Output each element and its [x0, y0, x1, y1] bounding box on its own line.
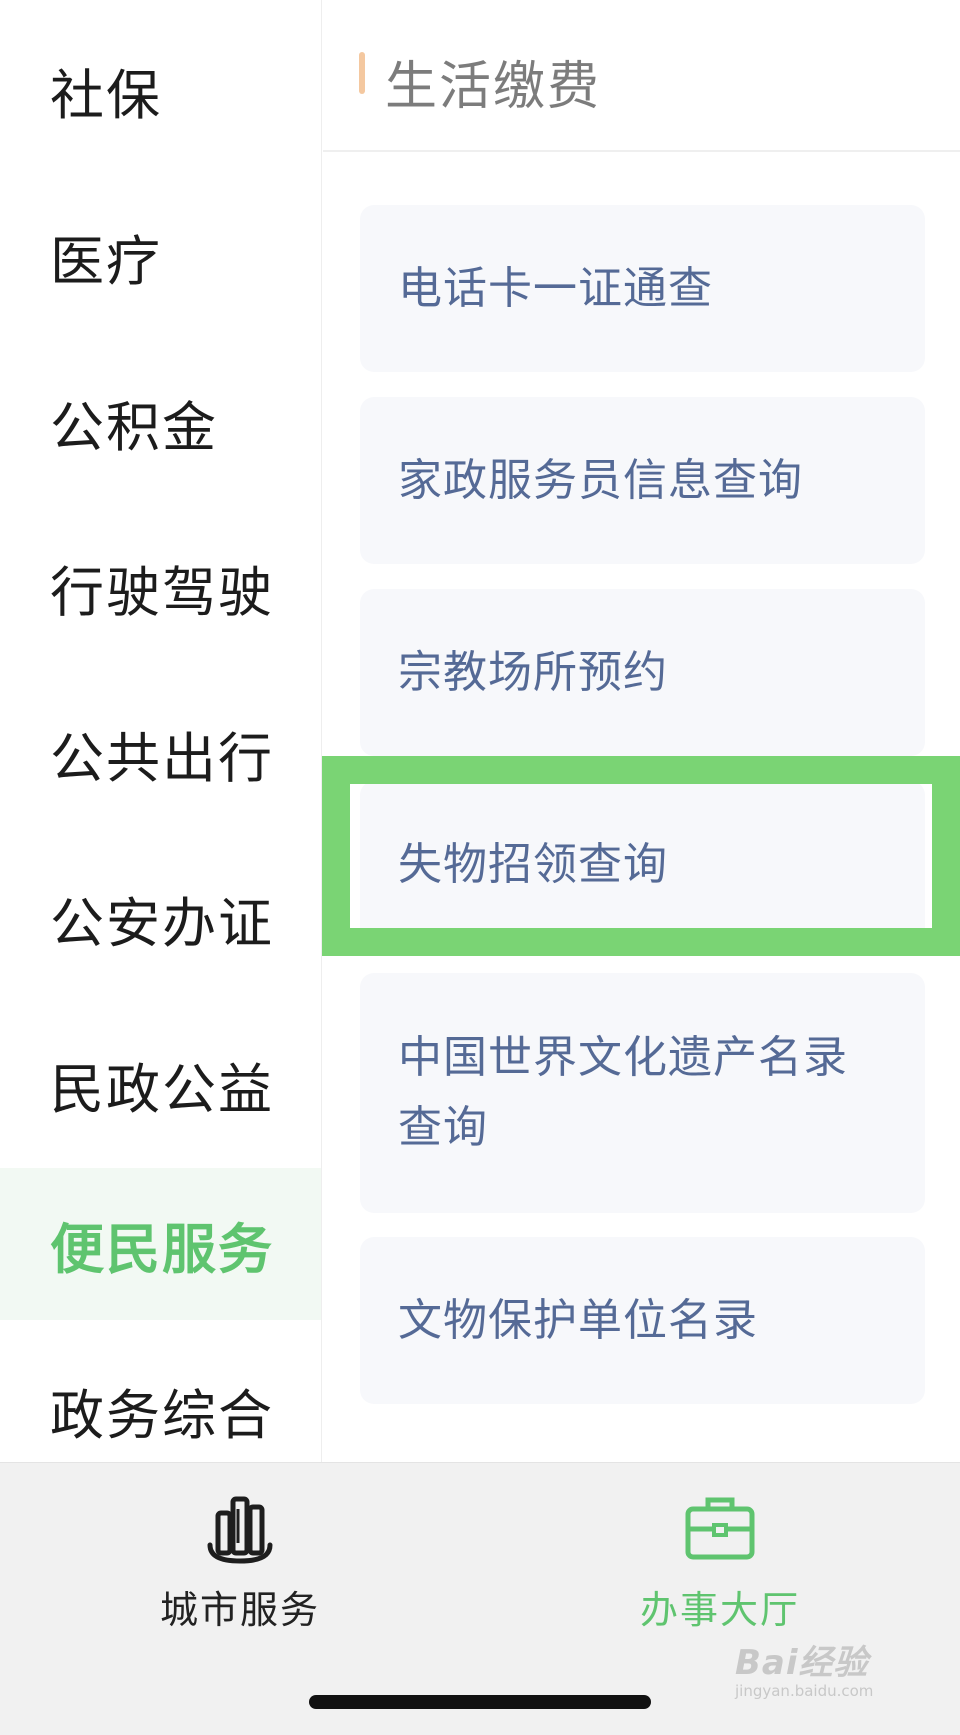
watermark-main-text: Bai经验	[735, 1643, 869, 1683]
section-title: 生活缴费	[385, 57, 602, 117]
sidebar-item-civil-affairs[interactable]: 民政公益	[0, 1008, 321, 1160]
city-buildings-icon	[202, 1493, 278, 1569]
watermark-sub-text: jingyan.baidu.com	[735, 1682, 874, 1700]
sidebar-item-police-certificates[interactable]: 公安办证	[0, 842, 321, 994]
category-sidebar: 社保 医疗 公积金 行驶驾驶 公共出行 公安办证 民政公益 便民服务 政务综合	[0, 0, 322, 1462]
sidebar-item-government-general[interactable]: 政务综合	[0, 1334, 321, 1462]
service-card-lost-and-found[interactable]: 失物招领查询	[360, 781, 925, 948]
section-header: 生活缴费	[323, 0, 960, 152]
tab-label: 办事大厅	[639, 1588, 800, 1632]
baidu-jingyan-watermark: Bai经验 jingyan.baidu.com	[735, 1635, 915, 1705]
tab-service-hall[interactable]: 办事大厅	[600, 1493, 840, 1633]
service-card-label: 失物招领查询	[398, 838, 668, 890]
service-card-housekeeping-check[interactable]: 家政服务员信息查询	[360, 397, 925, 564]
service-card-label: 中国世界文化遗产名录查询	[398, 1032, 848, 1153]
sidebar-item-medical[interactable]: 医疗	[0, 180, 321, 332]
service-card-cultural-relics-list[interactable]: 文物保护单位名录	[360, 1237, 925, 1404]
sidebar-item-driving[interactable]: 行驶驾驶	[0, 511, 321, 663]
tab-city-services[interactable]: 城市服务	[120, 1493, 360, 1633]
service-card-label: 文物保护单位名录	[398, 1294, 758, 1346]
service-card-world-heritage-list[interactable]: 中国世界文化遗产名录查询	[360, 973, 925, 1213]
sidebar-item-social-security[interactable]: 社保	[0, 14, 321, 166]
sidebar-item-convenience-services[interactable]: 便民服务	[0, 1168, 321, 1320]
service-card-label: 宗教场所预约	[398, 646, 668, 698]
service-card-label: 电话卡一证通查	[398, 262, 713, 314]
briefcase-icon	[682, 1493, 758, 1569]
service-list-panel: 生活缴费 电话卡一证通查 家政服务员信息查询 宗教场所预约 失物招领查询 中国世…	[323, 0, 960, 1462]
service-card-religious-venue-booking[interactable]: 宗教场所预约	[360, 589, 925, 756]
service-card-label: 家政服务员信息查询	[398, 454, 803, 506]
sidebar-item-housing-fund[interactable]: 公积金	[0, 346, 321, 498]
service-card-phone-card-check[interactable]: 电话卡一证通查	[360, 205, 925, 372]
section-accent-bar	[359, 52, 365, 94]
sidebar-item-public-transit[interactable]: 公共出行	[0, 677, 321, 829]
tab-label: 城市服务	[159, 1588, 320, 1632]
home-indicator[interactable]	[309, 1695, 651, 1709]
